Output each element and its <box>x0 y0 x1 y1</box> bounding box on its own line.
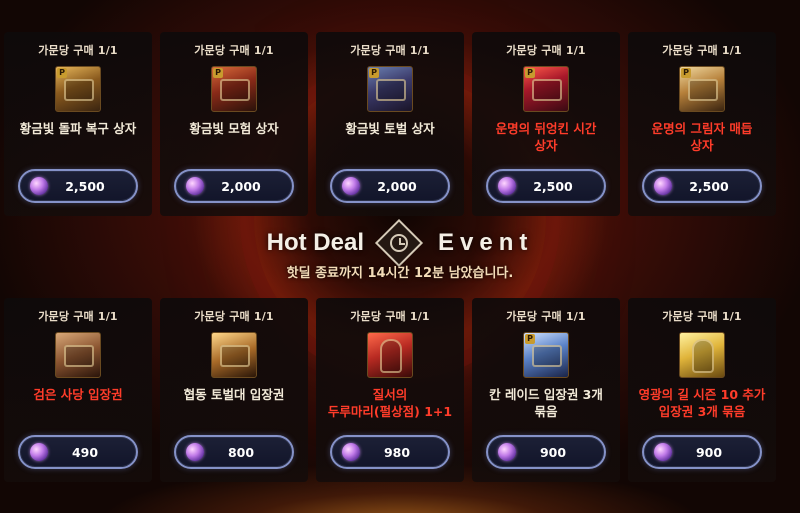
buy-button[interactable]: 980 <box>330 435 450 469</box>
purple-gem-icon <box>342 177 360 195</box>
purple-gem-icon <box>498 177 516 195</box>
purple-gem-icon <box>654 443 672 461</box>
purchase-limit: 가문당 구매 1/1 <box>662 44 742 57</box>
item-card[interactable]: 가문당 구매 1/1 P 운명의 뒤엉킨 시간 상자 2,500 <box>472 32 620 216</box>
brown-ticket-icon <box>55 332 101 378</box>
gold-chest-icon: P <box>55 66 101 112</box>
item-name: 황금빛 토벌 상자 <box>345 121 435 136</box>
purchase-limit: 가문당 구매 1/1 <box>194 310 274 323</box>
buy-button[interactable]: 2,000 <box>330 169 450 203</box>
purple-gem-icon <box>186 443 204 461</box>
hot-deal-banner: Hot Deal Event 핫딜 종료까지 14시간 12분 남았습니다. <box>0 218 800 296</box>
buy-button[interactable]: 2,500 <box>486 169 606 203</box>
item-card[interactable]: 가문당 구매 1/1 P 황금빛 토벌 상자 2,000 <box>316 32 464 216</box>
price: 2,500 <box>65 178 105 194</box>
purchase-limit: 가문당 구매 1/1 <box>38 44 118 57</box>
blue-ticket-icon: P <box>523 332 569 378</box>
price: 900 <box>695 444 723 460</box>
item-name: 운명의 그림자 매듭 상자 <box>651 121 753 153</box>
ruby-chest-icon: P <box>523 66 569 112</box>
price: 490 <box>71 444 99 460</box>
buy-button[interactable]: 2,500 <box>642 169 762 203</box>
purple-gem-icon <box>30 443 48 461</box>
item-card[interactable]: 가문당 구매 1/1 질서의 두루마리(펄상점) 1+1 980 <box>316 298 464 482</box>
gold-ticket-icon <box>211 332 257 378</box>
item-name: 검은 사당 입장권 <box>33 387 123 402</box>
price: 800 <box>227 444 255 460</box>
red-scroll-icon <box>367 332 413 378</box>
item-name: 질서의 두루마리(펄상점) 1+1 <box>327 387 453 419</box>
item-name: 칸 레이드 입장권 3개 묶음 <box>489 387 603 419</box>
item-card[interactable]: 가문당 구매 1/1 P 황금빛 돌파 복구 상자 2,500 <box>4 32 152 216</box>
buy-button[interactable]: 900 <box>486 435 606 469</box>
price: 2,500 <box>533 178 573 194</box>
buy-button[interactable]: 900 <box>642 435 762 469</box>
banner-title: Hot Deal Event <box>0 218 800 268</box>
buy-button[interactable]: 2,500 <box>18 169 138 203</box>
purchase-limit: 가문당 구매 1/1 <box>194 44 274 57</box>
banner-title-right: Event <box>438 229 534 256</box>
item-card[interactable]: 가문당 구매 1/1 P 칸 레이드 입장권 3개 묶음 900 <box>472 298 620 482</box>
buy-button[interactable]: 2,000 <box>174 169 294 203</box>
purchase-limit: 가문당 구매 1/1 <box>506 44 586 57</box>
price: 2,000 <box>221 178 261 194</box>
price: 2,500 <box>689 178 729 194</box>
item-card[interactable]: 가문당 구매 1/1 P 운명의 그림자 매듭 상자 2,500 <box>628 32 776 216</box>
purple-gem-icon <box>342 443 360 461</box>
ornate-chest-icon: P <box>679 66 725 112</box>
item-card[interactable]: 가문당 구매 1/1 협동 토벌대 입장권 800 <box>160 298 308 482</box>
purchase-limit: 가문당 구매 1/1 <box>662 310 742 323</box>
purchase-limit: 가문당 구매 1/1 <box>350 44 430 57</box>
item-name: 운명의 뒤엉킨 시간 상자 <box>495 121 597 153</box>
banner-title-left: Hot Deal <box>266 229 364 256</box>
item-name: 황금빛 모험 상자 <box>189 121 279 136</box>
item-card[interactable]: 가문당 구매 1/1 P 황금빛 모험 상자 2,000 <box>160 32 308 216</box>
purchase-limit: 가문당 구매 1/1 <box>38 310 118 323</box>
item-name: 협동 토벌대 입장권 <box>183 387 285 402</box>
purple-gem-icon <box>498 443 516 461</box>
price: 2,000 <box>377 178 417 194</box>
red-chest-icon: P <box>211 66 257 112</box>
price: 900 <box>539 444 567 460</box>
purple-gem-icon <box>30 177 48 195</box>
top-item-row: 가문당 구매 1/1 P 황금빛 돌파 복구 상자 2,500 가문당 구매 1… <box>4 32 796 216</box>
countdown-text: 핫딜 종료까지 14시간 12분 남았습니다. <box>286 266 514 281</box>
gold-scroll-icon <box>679 332 725 378</box>
item-name: 황금빛 돌파 복구 상자 <box>19 121 137 136</box>
purchase-limit: 가문당 구매 1/1 <box>350 310 430 323</box>
buy-button[interactable]: 490 <box>18 435 138 469</box>
price: 980 <box>383 444 411 460</box>
item-card[interactable]: 가문당 구매 1/1 검은 사당 입장권 490 <box>4 298 152 482</box>
bottom-item-row: 가문당 구매 1/1 검은 사당 입장권 490 가문당 구매 1/1 협동 토… <box>4 298 796 482</box>
clock-icon <box>374 218 424 268</box>
item-name: 영광의 길 시즌 10 추가 입장권 3개 묶음 <box>638 387 766 419</box>
purple-gem-icon <box>654 177 672 195</box>
buy-button[interactable]: 800 <box>174 435 294 469</box>
purchase-limit: 가문당 구매 1/1 <box>506 310 586 323</box>
blue-chest-icon: P <box>367 66 413 112</box>
purple-gem-icon <box>186 177 204 195</box>
item-card[interactable]: 가문당 구매 1/1 영광의 길 시즌 10 추가 입장권 3개 묶음 900 <box>628 298 776 482</box>
